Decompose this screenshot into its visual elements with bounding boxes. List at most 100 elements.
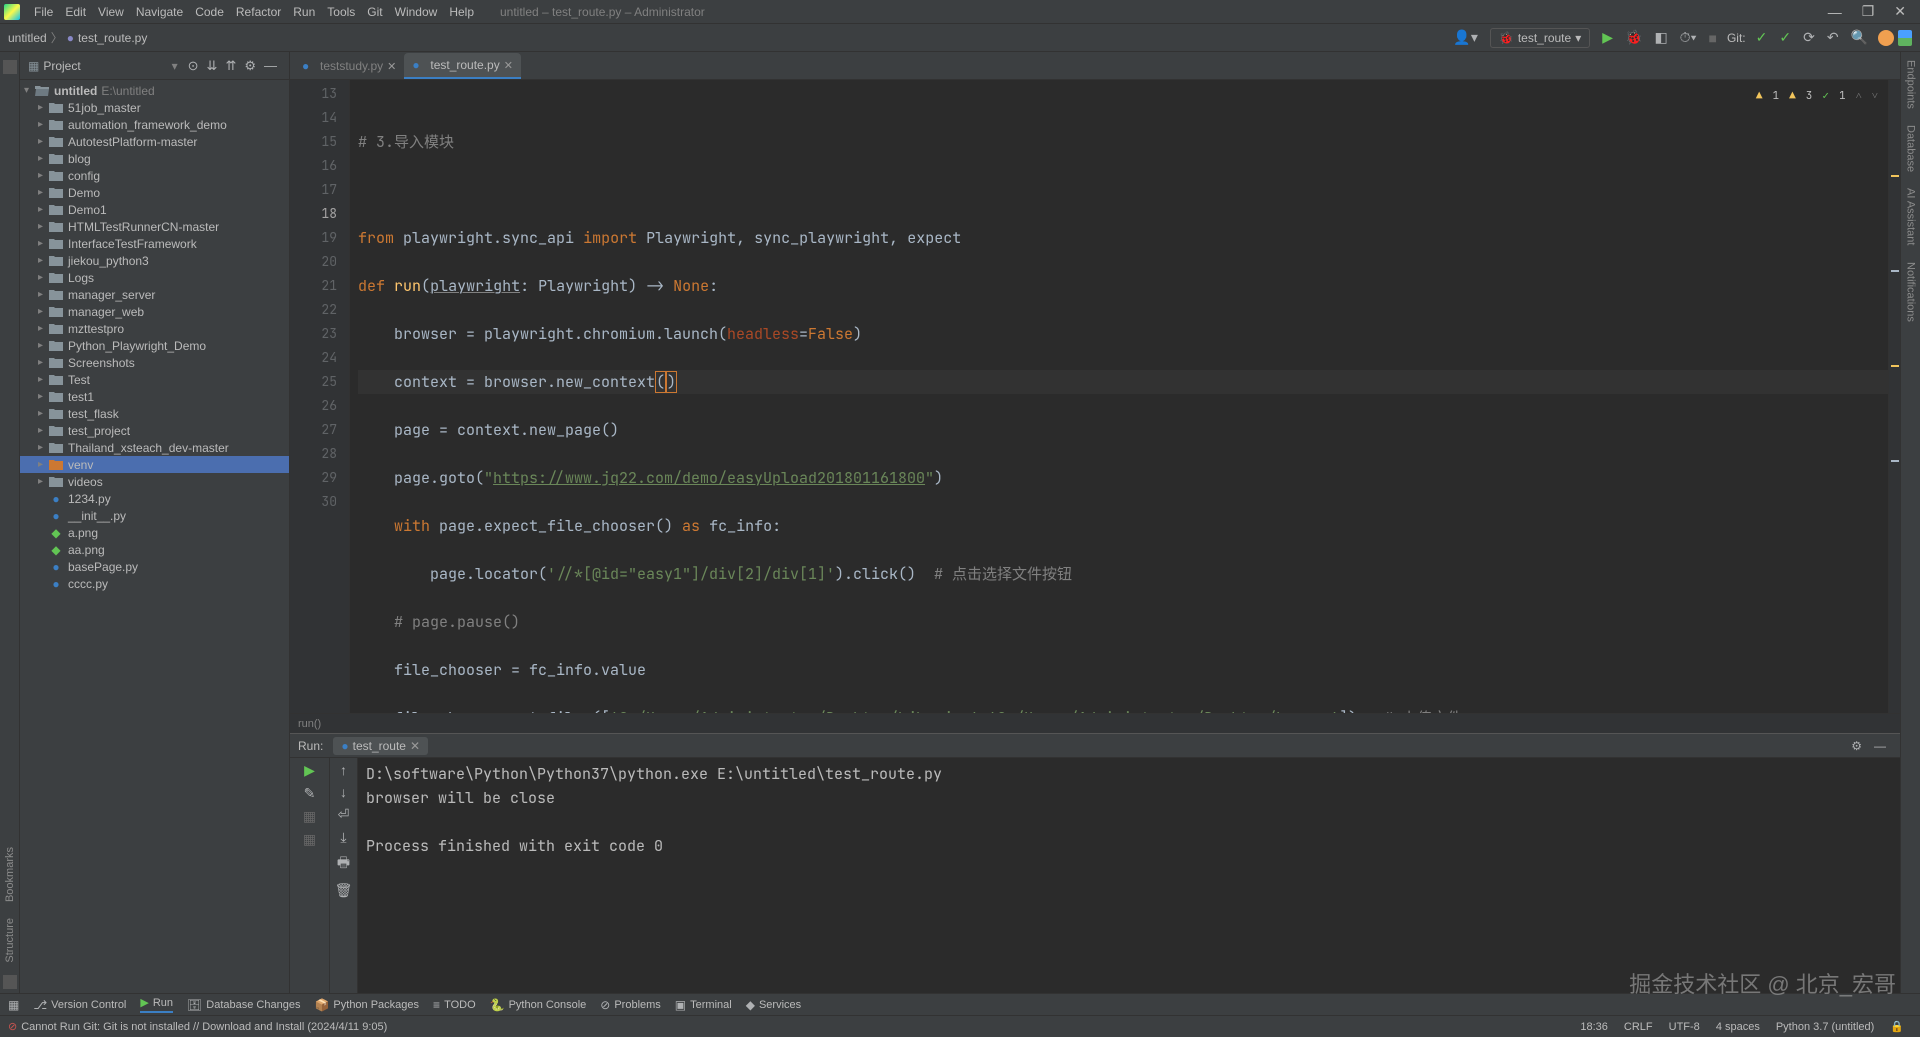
terminal-tool[interactable]: ▣Terminal (675, 998, 732, 1012)
tree-row[interactable]: ▸videos (20, 473, 289, 490)
shield-icon[interactable] (1898, 30, 1912, 46)
run-settings-icon[interactable]: ⚙ (1845, 739, 1868, 753)
status-eol[interactable]: CRLF (1624, 1021, 1653, 1033)
stop-run-button[interactable]: ✎ (304, 785, 316, 802)
close-window-button[interactable]: ✕ (1884, 3, 1916, 20)
run-button[interactable]: ▶ (1596, 29, 1619, 46)
avatar[interactable] (1878, 30, 1894, 46)
pin-button[interactable]: ▦ (303, 808, 316, 825)
menu-help[interactable]: Help (443, 3, 480, 21)
tree-row[interactable]: ●basePage.py (20, 558, 289, 575)
status-interpreter[interactable]: Python 3.7 (untitled) (1776, 1021, 1874, 1033)
tree-row[interactable]: ▸test_project (20, 422, 289, 439)
chevron-down-icon[interactable]: ▾ (172, 59, 178, 73)
tree-row[interactable]: ▸manager_server (20, 286, 289, 303)
tree-row[interactable]: ▸AutotestPlatform-master (20, 133, 289, 150)
tree-row[interactable]: ▸Screenshots (20, 354, 289, 371)
rerun-button[interactable]: ▶ (304, 762, 315, 779)
down-stack-icon[interactable]: ↓ (340, 784, 347, 800)
tree-row[interactable]: ▸mzttestpro (20, 320, 289, 337)
settings-icon[interactable]: ⚙ (240, 58, 260, 74)
collapse-all-icon[interactable]: ⇈ (221, 58, 240, 74)
notifications-tab[interactable]: Notifications (1903, 254, 1919, 330)
hide-panel-icon[interactable]: — (260, 58, 281, 73)
endpoints-tab[interactable]: Endpoints (1903, 52, 1919, 117)
minimize-button[interactable]: — (1818, 4, 1852, 20)
menu-code[interactable]: Code (189, 3, 230, 21)
stop-button[interactable]: ■ (1702, 30, 1722, 46)
select-opened-file-icon[interactable]: ⊙ (184, 58, 203, 74)
menu-file[interactable]: File (28, 3, 59, 21)
tab-test-route[interactable]: ● test_route.py ✕ (404, 53, 521, 79)
git-commit-button[interactable]: ✓ (1773, 29, 1797, 46)
menu-window[interactable]: Window (389, 3, 444, 21)
lock-icon[interactable]: 🔒 (1890, 1020, 1904, 1033)
tree-row[interactable]: ◆aa.png (20, 541, 289, 558)
coverage-button[interactable]: ◧ (1648, 29, 1673, 46)
tree-row[interactable]: ▸manager_web (20, 303, 289, 320)
chevron-down-icon[interactable]: ˅ (1872, 84, 1878, 108)
add-user-icon[interactable]: 👤▾ (1447, 29, 1483, 46)
tree-row[interactable]: ▸jiekou_python3 (20, 252, 289, 269)
python-packages-tool[interactable]: 📦Python Packages (314, 998, 419, 1012)
ai-assistant-tab[interactable]: AI Assistant (1903, 180, 1919, 253)
error-stripe[interactable] (1888, 80, 1900, 713)
services-tool[interactable]: ◆Services (746, 998, 801, 1012)
tree-row[interactable]: ▸Demo1 (20, 201, 289, 218)
tab-teststudy[interactable]: ● teststudy.py ✕ (294, 53, 404, 79)
debug-button[interactable]: 🐞 (1619, 29, 1648, 46)
status-message[interactable]: Cannot Run Git: Git is not installed // … (21, 1021, 387, 1033)
breadcrumb-file[interactable]: test_route.py (78, 31, 147, 45)
console-output[interactable]: D:\software\Python\Python37\python.exe E… (358, 758, 1900, 993)
tree-row[interactable]: ▸config (20, 167, 289, 184)
inspection-strip[interactable]: ▲1 ▲3 ✓1 ˄ ˅ (1756, 84, 1878, 108)
menu-view[interactable]: View (92, 3, 130, 21)
tree-row[interactable]: ▸test_flask (20, 405, 289, 422)
tree-row[interactable]: ▸51job_master (20, 99, 289, 116)
menu-edit[interactable]: Edit (59, 3, 92, 21)
menu-tools[interactable]: Tools (321, 3, 361, 21)
tree-row[interactable]: ▾untitledE:\untitled (20, 82, 289, 99)
project-tree[interactable]: ▾untitledE:\untitled▸51job_master▸automa… (20, 80, 289, 993)
tree-row[interactable]: ▸Thailand_xsteach_dev-master (20, 439, 289, 456)
tree-row[interactable]: ●1234.py (20, 490, 289, 507)
menu-refactor[interactable]: Refactor (230, 3, 287, 21)
breadcrumb-root[interactable]: untitled (8, 31, 47, 45)
bookmarks-tab[interactable]: Bookmarks (2, 839, 18, 910)
maximize-button[interactable]: ❐ (1852, 3, 1885, 20)
tree-row[interactable]: ▸Logs (20, 269, 289, 286)
chevron-up-icon[interactable]: ˄ (1856, 84, 1862, 108)
layout-button[interactable]: ▦ (303, 831, 316, 848)
tree-row[interactable]: ●__init__.py (20, 507, 289, 524)
problems-tool[interactable]: ⊘Problems (600, 998, 661, 1012)
left-strip-toggle[interactable] (3, 975, 17, 989)
search-button[interactable]: 🔍 (1845, 29, 1874, 46)
database-tab[interactable]: Database (1903, 117, 1919, 180)
line-gutter[interactable]: 131415161718192021222324252627282930 (290, 80, 350, 713)
tree-row[interactable]: ▸HTMLTestRunnerCN-master (20, 218, 289, 235)
tree-row[interactable]: ▸Python_Playwright_Demo (20, 337, 289, 354)
tree-row[interactable]: ▸blog (20, 150, 289, 167)
git-rollback-button[interactable]: ↶ (1821, 29, 1845, 46)
tree-row[interactable]: ●cccc.py (20, 575, 289, 592)
menu-navigate[interactable]: Navigate (130, 3, 189, 21)
version-control-tool[interactable]: ⎇Version Control (33, 998, 126, 1012)
soft-wrap-icon[interactable]: ⏎ (338, 806, 350, 823)
structure-tab[interactable]: Structure (2, 910, 18, 971)
db-changes-tool[interactable]: 🗄Database Changes (187, 998, 300, 1012)
python-console-tool[interactable]: 🐍Python Console (490, 998, 587, 1012)
close-tab-icon[interactable]: ✕ (504, 59, 513, 72)
tree-row[interactable]: ◆a.png (20, 524, 289, 541)
project-tool-icon[interactable] (3, 60, 17, 74)
profile-button[interactable]: ⏱▾ (1674, 29, 1703, 46)
close-icon[interactable]: ✕ (410, 739, 420, 753)
code-area[interactable]: ▲1 ▲3 ✓1 ˄ ˅ # 3.导入模块 from playwright.sy… (350, 80, 1888, 713)
menu-git[interactable]: Git (361, 3, 388, 21)
run-tool[interactable]: ▶Run (140, 996, 173, 1013)
tree-row[interactable]: ▸Test (20, 371, 289, 388)
tree-row[interactable]: ▸test1 (20, 388, 289, 405)
run-tab[interactable]: ● test_route ✕ (333, 737, 428, 755)
tree-row[interactable]: ▸Demo (20, 184, 289, 201)
breadcrumb-bar[interactable]: run() (290, 713, 1900, 733)
run-config-selector[interactable]: 🐞 test_route ▾ (1490, 28, 1590, 48)
